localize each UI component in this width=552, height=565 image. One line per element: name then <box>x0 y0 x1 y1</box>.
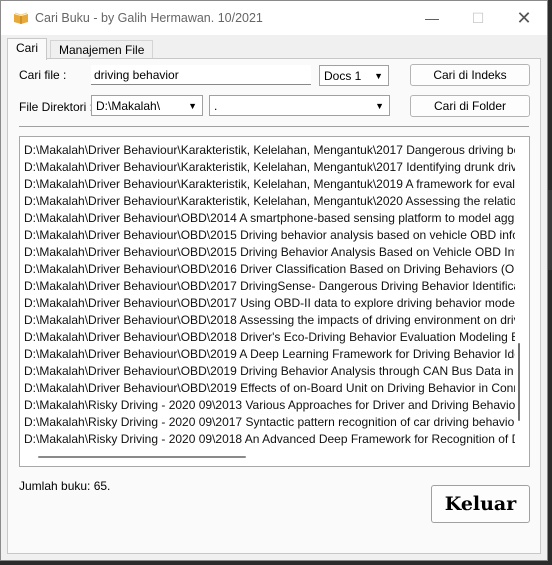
maximize-button[interactable]: ☐ <box>455 1 501 35</box>
list-item[interactable]: D:\Makalah\Driver Behaviour\OBD\2014 A s… <box>24 210 515 227</box>
list-item[interactable]: D:\Makalah\Driver Behaviour\OBD\2015 Dri… <box>24 244 515 261</box>
list-item[interactable]: D:\Makalah\Driver Behaviour\Karakteristi… <box>24 159 515 176</box>
horizontal-scrollbar[interactable] <box>38 456 246 458</box>
docs-select-value: Docs 1 <box>324 69 362 83</box>
directory-select-value: D:\Makalah\ <box>96 99 161 113</box>
minimize-button[interactable]: — <box>409 1 455 35</box>
exit-button[interactable]: Keluar <box>431 485 530 523</box>
list-item[interactable]: D:\Makalah\Risky Driving - 2020 09\2017 … <box>24 414 515 431</box>
window-title: Cari Buku - by Galih Hermawan. 10/2021 <box>35 11 263 25</box>
list-item[interactable]: D:\Makalah\Driver Behaviour\OBD\2019 Eff… <box>24 380 515 397</box>
search-folder-button[interactable]: Cari di Folder <box>410 95 530 117</box>
title-bar: Cari Buku - by Galih Hermawan. 10/2021 —… <box>1 1 547 35</box>
directory-label: File Direktori : <box>19 100 94 114</box>
results-list[interactable]: D:\Makalah\Driver Behaviour\Karakteristi… <box>19 136 530 467</box>
chevron-down-icon: ▼ <box>374 71 383 81</box>
list-item[interactable]: D:\Makalah\Risky Driving - 2020 09\2013 … <box>24 397 515 414</box>
vertical-scrollbar[interactable] <box>518 343 520 421</box>
results-list-content: D:\Makalah\Driver Behaviour\Karakteristi… <box>24 142 515 453</box>
list-item[interactable]: D:\Makalah\Driver Behaviour\OBD\2019 Dri… <box>24 363 515 380</box>
book-icon <box>14 12 28 24</box>
app-window: Cari Buku - by Galih Hermawan. 10/2021 —… <box>0 0 548 561</box>
list-item[interactable]: D:\Makalah\Driver Behaviour\OBD\2018 Ass… <box>24 312 515 329</box>
list-item[interactable]: D:\Makalah\Driver Behaviour\OBD\2017 Usi… <box>24 295 515 312</box>
book-count-text: Jumlah buku: 65. <box>19 479 111 493</box>
chevron-down-icon: ▼ <box>188 101 197 111</box>
list-item[interactable]: D:\Makalah\Driver Behaviour\Karakteristi… <box>24 142 515 159</box>
chevron-down-icon: ▼ <box>375 101 384 111</box>
subdirectory-select[interactable]: . ▼ <box>209 95 390 116</box>
list-item[interactable]: D:\Makalah\Driver Behaviour\OBD\2015 Dri… <box>24 227 515 244</box>
tab-cari[interactable]: Cari <box>7 38 48 60</box>
list-item[interactable]: D:\Makalah\Driver Behaviour\Karakteristi… <box>24 193 515 210</box>
list-item[interactable]: D:\Makalah\Driver Behaviour\OBD\2016 Dri… <box>24 261 515 278</box>
search-input[interactable] <box>91 65 311 85</box>
list-item[interactable]: D:\Makalah\Driver Behaviour\OBD\2017 Dri… <box>24 278 515 295</box>
tab-manajemen-file[interactable]: Manajemen File <box>50 40 154 59</box>
search-index-button[interactable]: Cari di Indeks <box>410 64 530 86</box>
list-item[interactable]: D:\Makalah\Risky Driving - 2020 09\2018 … <box>24 431 515 448</box>
list-item[interactable]: D:\Makalah\Driver Behaviour\OBD\2019 A D… <box>24 346 515 363</box>
subdirectory-select-value: . <box>214 99 218 113</box>
list-item[interactable]: D:\Makalah\Driver Behaviour\Karakteristi… <box>24 176 515 193</box>
list-item[interactable]: D:\Makalah\Driver Behaviour\OBD\2018 Dri… <box>24 329 515 346</box>
docs-select[interactable]: Docs 1 ▼ <box>319 65 389 86</box>
divider <box>19 126 529 127</box>
file-label: Cari file : <box>19 68 67 82</box>
directory-select[interactable]: D:\Makalah\ ▼ <box>91 95 203 116</box>
close-button[interactable]: ✕ <box>501 1 547 35</box>
